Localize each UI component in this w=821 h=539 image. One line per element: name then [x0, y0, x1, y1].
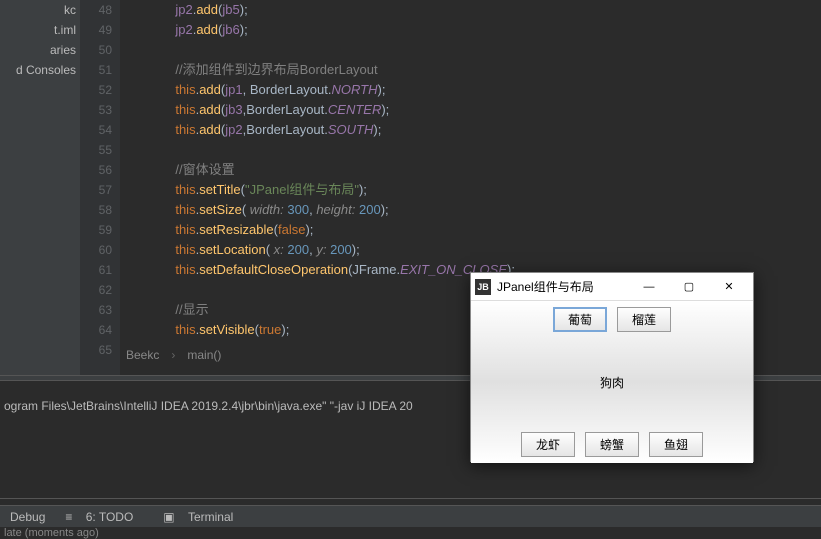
- code-line[interactable]: this.setTitle("JPanel组件与布局");: [132, 180, 821, 200]
- line-number: 59: [80, 220, 112, 240]
- app-title: JPanel组件与布局: [497, 278, 629, 295]
- line-number: 52: [80, 80, 112, 100]
- tab-debug[interactable]: Debug: [0, 510, 55, 524]
- status-bar: late (moments ago): [0, 527, 821, 539]
- app-window[interactable]: JB JPanel组件与布局 — ▢ ✕ 葡萄榴莲 狗肉 龙虾螃蟹鱼翅: [470, 272, 754, 462]
- code-line[interactable]: this.setSize( width: 300, height: 200);: [132, 200, 821, 220]
- code-line[interactable]: this.setLocation( x: 200, y: 200);: [132, 240, 821, 260]
- code-line[interactable]: //添加组件到边界布局BorderLayout: [132, 60, 821, 80]
- breadcrumb-method[interactable]: main(): [181, 348, 227, 362]
- line-number: 48: [80, 0, 112, 20]
- line-gutter: 484950515253545556575859606162636465: [80, 0, 120, 375]
- tab-todo[interactable]: ≡ 6: TODO: [55, 510, 153, 524]
- project-tree-item[interactable]: d Consoles: [0, 60, 80, 80]
- code-line[interactable]: this.add(jp1, BorderLayout.NORTH);: [132, 80, 821, 100]
- code-line[interactable]: jp2.add(jb5);: [132, 0, 821, 20]
- line-number: 54: [80, 120, 112, 140]
- code-line[interactable]: jp2.add(jb6);: [132, 20, 821, 40]
- panel-center: 狗肉: [471, 338, 753, 426]
- line-number: 51: [80, 60, 112, 80]
- line-number: 49: [80, 20, 112, 40]
- code-line[interactable]: this.setResizable(false);: [132, 220, 821, 240]
- code-line[interactable]: //窗体设置: [132, 160, 821, 180]
- bottom-toolbar: Debug ≡ 6: TODO ▣ Terminal: [0, 505, 821, 527]
- line-number: 58: [80, 200, 112, 220]
- java-icon: JB: [475, 279, 491, 295]
- line-number: 63: [80, 300, 112, 320]
- code-line[interactable]: this.add(jb3,BorderLayout.CENTER);: [132, 100, 821, 120]
- north-button-0[interactable]: 葡萄: [553, 307, 607, 332]
- tab-terminal[interactable]: ▣ Terminal: [153, 510, 253, 524]
- center-label[interactable]: 狗肉: [600, 374, 624, 391]
- line-number: 50: [80, 40, 112, 60]
- line-number: 61: [80, 260, 112, 280]
- line-number: 57: [80, 180, 112, 200]
- status-text: late (moments ago): [4, 527, 99, 539]
- chevron-right-icon: ›: [165, 348, 181, 362]
- code-line[interactable]: [132, 40, 821, 60]
- close-button[interactable]: ✕: [709, 277, 749, 297]
- line-number: 62: [80, 280, 112, 300]
- minimize-button[interactable]: —: [629, 277, 669, 297]
- breadcrumb[interactable]: Beekc›main(): [120, 348, 227, 362]
- line-number: 55: [80, 140, 112, 160]
- project-tree-item[interactable]: t.iml: [0, 20, 80, 40]
- line-number: 65: [80, 340, 112, 360]
- maximize-button[interactable]: ▢: [669, 277, 709, 297]
- titlebar[interactable]: JB JPanel组件与布局 — ▢ ✕: [471, 273, 753, 301]
- project-tree-item[interactable]: kc: [0, 0, 80, 20]
- project-tree-item[interactable]: aries: [0, 40, 80, 60]
- panel-south: 龙虾螃蟹鱼翅: [471, 426, 753, 463]
- south-button-1[interactable]: 螃蟹: [585, 432, 639, 457]
- code-line[interactable]: [132, 140, 821, 160]
- south-button-0[interactable]: 龙虾: [521, 432, 575, 457]
- south-button-2[interactable]: 鱼翅: [649, 432, 703, 457]
- line-number: 53: [80, 100, 112, 120]
- app-body: 葡萄榴莲 狗肉 龙虾螃蟹鱼翅: [471, 301, 753, 463]
- code-line[interactable]: this.add(jp2,BorderLayout.SOUTH);: [132, 120, 821, 140]
- line-number: 56: [80, 160, 112, 180]
- panel-north: 葡萄榴莲: [471, 301, 753, 338]
- line-number: 60: [80, 240, 112, 260]
- divider: [0, 498, 821, 499]
- north-button-1[interactable]: 榴莲: [617, 307, 671, 332]
- line-number: 64: [80, 320, 112, 340]
- project-tree[interactable]: kct.imlariesd Consoles: [0, 0, 80, 375]
- breadcrumb-class[interactable]: Beekc: [120, 348, 165, 362]
